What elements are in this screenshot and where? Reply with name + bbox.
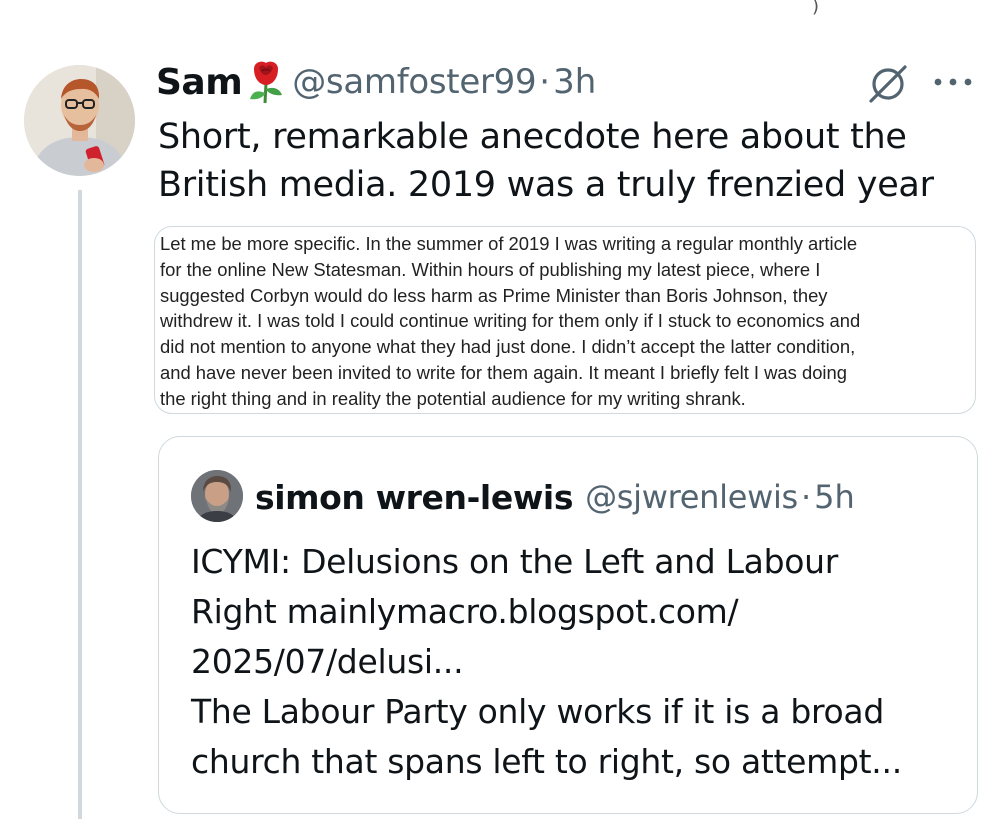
separator-dot: · [539,62,551,102]
quote-text-line[interactable]: 2025/07/delusi... [191,637,971,687]
quote-header: simon wren-lewis @sjwrenlewis · 5h [255,475,855,519]
handle[interactable]: @samfoster99 [292,62,536,102]
corner-mark: ) [812,0,820,17]
timestamp[interactable]: 3h [553,62,596,102]
tweet-text-line: Short, remarkable anecdote here about th… [158,117,907,157]
quote-handle[interactable]: @sjwrenlewis [585,478,798,516]
quoted-tweet[interactable]: simon wren-lewis @sjwrenlewis · 5h ICYMI… [158,436,978,814]
quote-avatar[interactable] [191,470,243,522]
quote-text-line: ICYMI: Delusions on the Left and Labour [191,542,839,581]
attached-image[interactable]: Let me be more specific. In the summer o… [154,226,976,414]
quote-display-name[interactable]: simon wren-lewis [255,478,573,517]
tweet-text: Short, remarkable anecdote here about th… [158,113,978,209]
quote-text-line[interactable]: Right mainlymacro.blogspot.com/ [191,587,971,637]
display-name[interactable]: Sam [156,62,243,103]
more-icon[interactable] [932,74,974,88]
grok-icon[interactable] [866,62,910,106]
thread-line [78,190,82,819]
quote-timestamp[interactable]: 5h [814,478,855,516]
quote-text-line: The Labour Party only works if it is a b… [191,692,884,731]
rose-icon [246,59,286,105]
avatar[interactable] [24,65,135,176]
quote-text-line: church that spans left to right, so atte… [191,742,902,781]
separator-dot: · [800,478,812,516]
tweet-header: Sam @samfoster99 · 3h [156,57,596,107]
image-text: Let me be more specific. In the summer o… [160,233,861,409]
quote-text: ICYMI: Delusions on the Left and Labour … [191,537,971,787]
tweet-text-line: British media. 2019 was a truly frenzied… [158,165,934,205]
